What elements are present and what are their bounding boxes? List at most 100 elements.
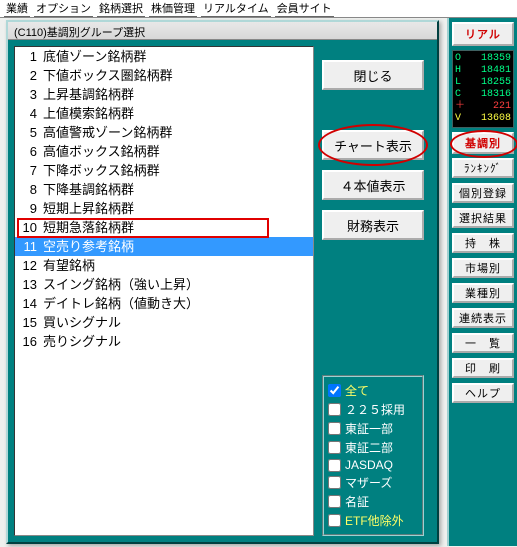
list-item-label: 売りシグナル: [43, 333, 121, 350]
kicho-button[interactable]: 基調別: [452, 132, 514, 154]
top-menu: 業績オプション銘柄選択株価管理リアルタイム会員サイト: [0, 0, 517, 18]
list-item[interactable]: 16売りシグナル: [15, 332, 313, 351]
list-item-number: 7: [17, 162, 43, 179]
menu-item[interactable]: 株価管理: [149, 0, 197, 17]
list-item[interactable]: 14デイトレ銘柄（値動き大）: [15, 294, 313, 313]
filter-label: マザーズ: [345, 474, 392, 491]
sidebar-button[interactable]: 連続表示: [452, 308, 514, 328]
menu-item[interactable]: 銘柄選択: [97, 0, 145, 17]
filter-checkbox[interactable]: [328, 422, 341, 435]
ticker-row: V13608: [455, 113, 511, 125]
filter-checkbox[interactable]: [328, 384, 341, 397]
list-item-number: 11: [17, 238, 43, 255]
chart-display-label: チャート表示: [334, 136, 412, 155]
list-item-number: 14: [17, 295, 43, 312]
filter-checkbox[interactable]: [328, 476, 341, 489]
list-item-number: 8: [17, 181, 43, 198]
filter-checkbox[interactable]: [328, 441, 341, 454]
list-item-label: スイング銘柄（強い上昇）: [43, 276, 199, 293]
sidebar-button[interactable]: 選択結果: [452, 208, 514, 228]
list-item[interactable]: 9短期上昇銘柄群: [15, 199, 313, 218]
sidebar-button[interactable]: 持 株: [452, 233, 514, 253]
list-item[interactable]: 1底値ゾーン銘柄群: [15, 47, 313, 66]
list-item-number: 15: [17, 314, 43, 331]
list-item[interactable]: 8下降基調銘柄群: [15, 180, 313, 199]
list-item[interactable]: 6高値ボックス銘柄群: [15, 142, 313, 161]
list-item-label: 底値ゾーン銘柄群: [43, 48, 146, 65]
ticker-row: C18316: [455, 89, 511, 101]
list-item[interactable]: 5高値警戒ゾーン銘柄群: [15, 123, 313, 142]
filter-checkbox-row[interactable]: ２２５採用: [328, 400, 418, 419]
kicho-label: 基調別: [465, 135, 501, 151]
close-button[interactable]: 閉じる: [322, 60, 424, 90]
group-list[interactable]: 1底値ゾーン銘柄群2下値ボックス圏銘柄群3上昇基調銘柄群4上値模索銘柄群5高値警…: [14, 46, 314, 536]
group-select-dialog: (C110)基調別グループ選択 1底値ゾーン銘柄群2下値ボックス圏銘柄群3上昇基…: [6, 20, 439, 544]
button-column: 閉じる チャート表示 ４本値表示 財務表示 全て ２２５採用東証一部東証二部 JAS…: [318, 40, 430, 542]
list-item[interactable]: 13スイング銘柄（強い上昇）: [15, 275, 313, 294]
ticker-row: ＋221: [455, 101, 511, 113]
ticker-row: L18255: [455, 77, 511, 89]
dialog-title: (C110)基調別グループ選択: [8, 22, 437, 40]
filter-label: 東証二部: [345, 439, 393, 456]
sidebar-button[interactable]: 一 覧: [452, 333, 514, 353]
list-item-number: 9: [17, 200, 43, 217]
menu-item[interactable]: リアルタイム: [201, 0, 271, 17]
list-item[interactable]: 11空売り参考銘柄: [15, 237, 313, 256]
filter-checkbox-row[interactable]: 名証: [328, 492, 418, 511]
filter-label: 名証: [345, 493, 369, 510]
sidebar-button[interactable]: 印 刷: [452, 358, 514, 378]
list-item-label: 下降基調銘柄群: [43, 181, 134, 198]
filter-checkbox-row[interactable]: ETF他除外: [328, 511, 418, 530]
filter-checkbox-row[interactable]: マザーズ: [328, 473, 418, 492]
four-value-button[interactable]: ４本値表示: [322, 170, 424, 200]
sidebar-button[interactable]: 市場別: [452, 258, 514, 278]
list-item[interactable]: 2下値ボックス圏銘柄群: [15, 66, 313, 85]
filter-checkbox-row[interactable]: 全て: [328, 381, 418, 400]
list-item-label: 高値警戒ゾーン銘柄群: [43, 124, 172, 141]
real-label: リアル: [465, 26, 501, 42]
list-item[interactable]: 3上昇基調銘柄群: [15, 85, 313, 104]
list-item-number: 2: [17, 67, 43, 84]
market-filter-panel: 全て ２２５採用東証一部東証二部 JASDAQ マザーズ名証ETF他除外: [322, 375, 424, 536]
list-item-number: 13: [17, 276, 43, 293]
filter-label: 東証一部: [345, 420, 393, 437]
list-item-number: 6: [17, 143, 43, 160]
sidebar-button[interactable]: 個別登録: [452, 183, 514, 203]
finance-button[interactable]: 財務表示: [322, 210, 424, 240]
list-item-number: 12: [17, 257, 43, 274]
list-item[interactable]: 4上値模索銘柄群: [15, 104, 313, 123]
filter-label: ２２５採用: [345, 401, 405, 418]
list-item-number: 10: [17, 219, 43, 236]
list-item-number: 16: [17, 333, 43, 350]
menu-item[interactable]: オプション: [34, 0, 93, 17]
list-item[interactable]: 15買いシグナル: [15, 313, 313, 332]
filter-label: JASDAQ: [345, 458, 393, 472]
menu-item[interactable]: 業績: [4, 0, 30, 17]
filter-checkbox-row[interactable]: JASDAQ: [328, 457, 418, 473]
menu-item[interactable]: 会員サイト: [275, 0, 334, 17]
sidebar-button[interactable]: ﾗﾝｷﾝｸﾞ: [452, 158, 514, 178]
filter-checkbox[interactable]: [328, 459, 341, 472]
sidebar-button[interactable]: ヘルプ: [452, 383, 514, 403]
list-item-label: 買いシグナル: [43, 314, 121, 331]
sidebar-button[interactable]: 業種別: [452, 283, 514, 303]
real-button[interactable]: リアル: [452, 22, 514, 46]
filter-checkbox-row[interactable]: 東証二部: [328, 438, 418, 457]
list-item-number: 1: [17, 48, 43, 65]
list-item-label: 短期急落銘柄群: [43, 219, 134, 236]
list-item[interactable]: 12有望銘柄: [15, 256, 313, 275]
ticker-row: O18359: [455, 53, 511, 65]
list-item-number: 4: [17, 105, 43, 122]
list-item-label: 有望銘柄: [43, 257, 95, 274]
list-item-label: 下降ボックス銘柄群: [43, 162, 160, 179]
filter-label: 全て: [345, 382, 369, 399]
chart-display-button[interactable]: チャート表示: [322, 130, 424, 160]
list-item-label: 短期上昇銘柄群: [43, 200, 134, 217]
list-item[interactable]: 7下降ボックス銘柄群: [15, 161, 313, 180]
filter-checkbox-row[interactable]: 東証一部: [328, 419, 418, 438]
list-item[interactable]: 10短期急落銘柄群: [15, 218, 313, 237]
filter-checkbox[interactable]: [328, 495, 341, 508]
filter-checkbox[interactable]: [328, 403, 341, 416]
filter-checkbox[interactable]: [328, 514, 341, 527]
list-item-label: 上昇基調銘柄群: [43, 86, 134, 103]
